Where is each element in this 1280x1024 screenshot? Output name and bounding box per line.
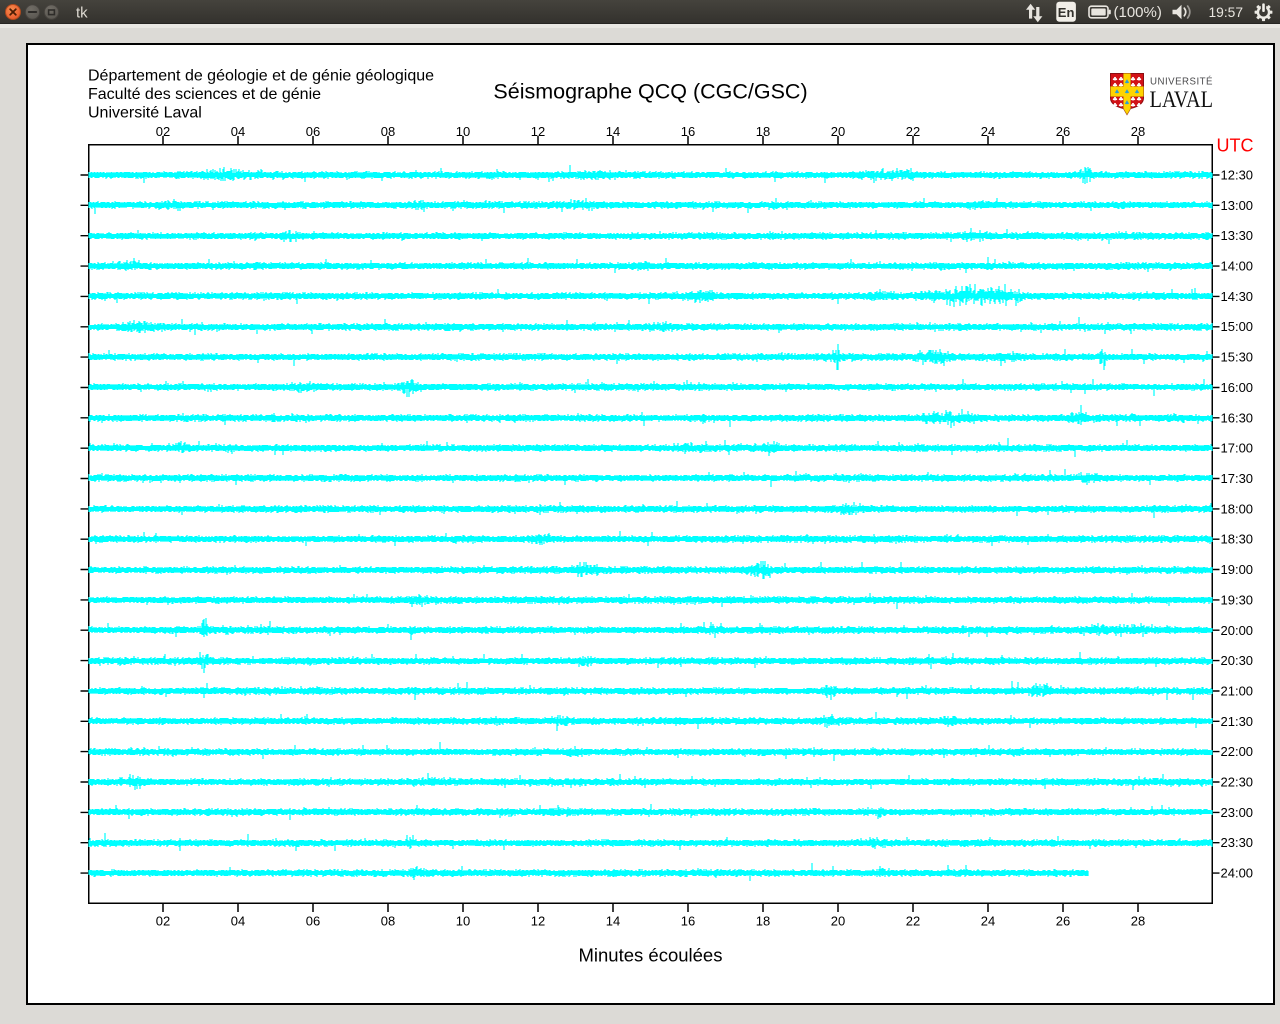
svg-text:24:00: 24:00 — [1221, 866, 1254, 881]
svg-text:24: 24 — [981, 914, 995, 929]
svg-text:18:00: 18:00 — [1221, 501, 1254, 516]
svg-text:14: 14 — [606, 914, 620, 929]
svg-text:16: 16 — [681, 124, 695, 139]
svg-text:En: En — [1058, 5, 1075, 20]
svg-text:LAVAL: LAVAL — [1150, 87, 1214, 112]
svg-text:21:00: 21:00 — [1221, 684, 1254, 699]
svg-text:19:57: 19:57 — [1209, 5, 1244, 20]
svg-text:22:00: 22:00 — [1221, 744, 1254, 759]
svg-text:20: 20 — [831, 124, 845, 139]
svg-text:19:30: 19:30 — [1221, 592, 1254, 607]
svg-text:28: 28 — [1131, 914, 1145, 929]
svg-text:Université Laval: Université Laval — [88, 105, 202, 122]
svg-text:04: 04 — [231, 914, 245, 929]
svg-text:06: 06 — [306, 124, 320, 139]
svg-text:18:30: 18:30 — [1221, 532, 1254, 547]
svg-text:UTC: UTC — [1217, 136, 1254, 156]
svg-text:15:00: 15:00 — [1221, 319, 1254, 334]
svg-text:16:30: 16:30 — [1221, 410, 1254, 425]
svg-text:14:00: 14:00 — [1221, 259, 1254, 274]
svg-text:16:00: 16:00 — [1221, 380, 1254, 395]
svg-text:Minutes écoulées: Minutes écoulées — [579, 945, 723, 966]
svg-text:18: 18 — [756, 124, 770, 139]
svg-text:10: 10 — [456, 914, 470, 929]
svg-text:20: 20 — [831, 914, 845, 929]
svg-text:12: 12 — [531, 124, 545, 139]
svg-text:Séismographe QCQ (CGC/GSC): Séismographe QCQ (CGC/GSC) — [493, 80, 807, 104]
svg-text:26: 26 — [1056, 914, 1070, 929]
svg-text:17:30: 17:30 — [1221, 471, 1254, 486]
svg-text:13:30: 13:30 — [1221, 228, 1254, 243]
svg-text:10: 10 — [456, 124, 470, 139]
svg-text:23:30: 23:30 — [1221, 835, 1254, 850]
svg-text:22:30: 22:30 — [1221, 775, 1254, 790]
svg-text:23:00: 23:00 — [1221, 805, 1254, 820]
svg-text:17:00: 17:00 — [1221, 441, 1254, 456]
svg-text:UNIVERSITÉ: UNIVERSITÉ — [1150, 75, 1213, 88]
svg-text:18: 18 — [756, 914, 770, 929]
svg-text:Département de géologie et de: Département de géologie et de génie géol… — [88, 68, 434, 85]
svg-text:02: 02 — [156, 914, 170, 929]
svg-text:15:30: 15:30 — [1221, 350, 1254, 365]
svg-text:24: 24 — [981, 124, 995, 139]
svg-text:08: 08 — [381, 914, 395, 929]
svg-text:28: 28 — [1131, 124, 1145, 139]
svg-text:08: 08 — [381, 124, 395, 139]
svg-text:19:00: 19:00 — [1221, 562, 1254, 577]
svg-text:20:30: 20:30 — [1221, 653, 1254, 668]
svg-text:13:00: 13:00 — [1221, 198, 1254, 213]
svg-text:02: 02 — [156, 124, 170, 139]
svg-text:(100%): (100%) — [1114, 4, 1162, 21]
svg-text:16: 16 — [681, 914, 695, 929]
svg-text:14: 14 — [606, 124, 620, 139]
svg-text:tk: tk — [76, 5, 88, 22]
svg-text:06: 06 — [306, 914, 320, 929]
svg-text:Faculté des sciences et de gén: Faculté des sciences et de génie — [88, 86, 321, 103]
svg-text:12:30: 12:30 — [1221, 168, 1254, 183]
svg-text:12: 12 — [531, 914, 545, 929]
svg-text:04: 04 — [231, 124, 245, 139]
svg-text:22: 22 — [906, 124, 920, 139]
svg-text:22: 22 — [906, 914, 920, 929]
svg-text:21:30: 21:30 — [1221, 714, 1254, 729]
svg-text:26: 26 — [1056, 124, 1070, 139]
svg-text:20:00: 20:00 — [1221, 623, 1254, 638]
svg-text:14:30: 14:30 — [1221, 289, 1254, 304]
